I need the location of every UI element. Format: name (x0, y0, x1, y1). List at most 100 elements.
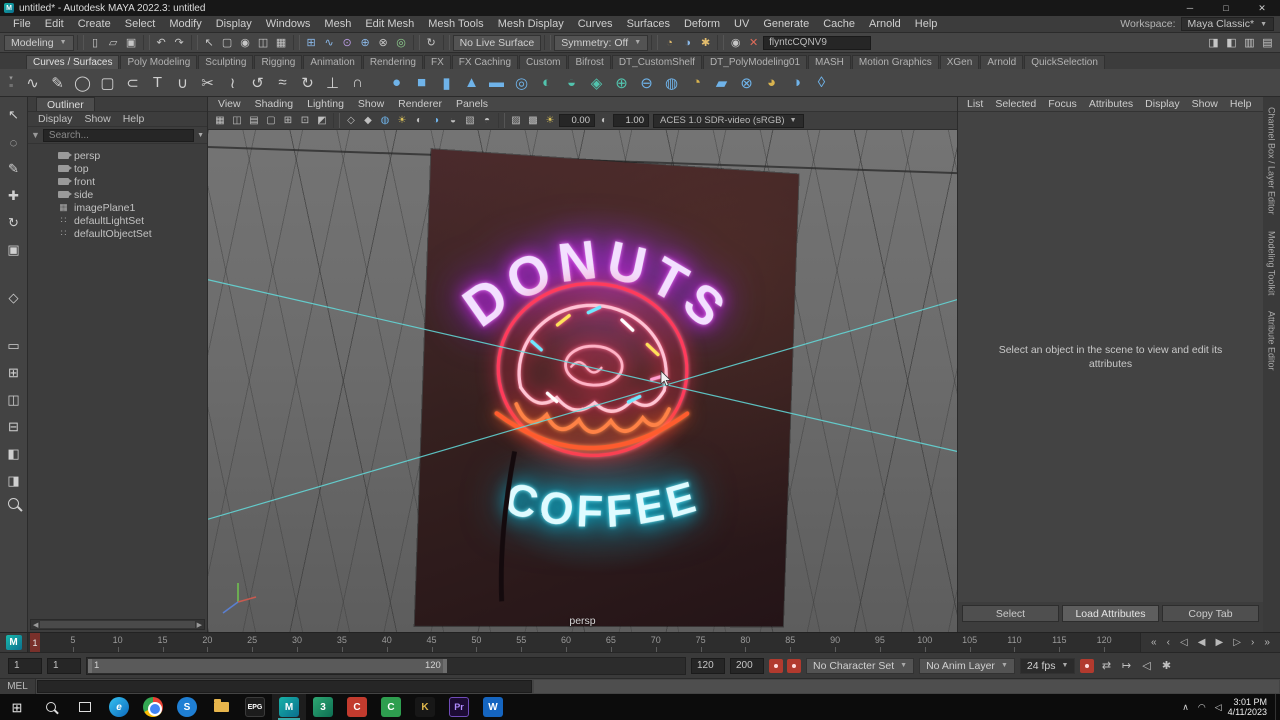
group-divider[interactable] (498, 113, 505, 128)
birail-icon[interactable]: ⊖ (634, 70, 659, 95)
attribute-editor-menu-focus[interactable]: Focus (1043, 98, 1082, 110)
minimize-button[interactable]: ─ (1172, 0, 1208, 16)
close-button[interactable]: ✕ (1244, 0, 1280, 16)
layout-persp-outliner-button[interactable]: ◧ (3, 444, 25, 464)
sidebar-outliner-toggle-icon[interactable]: ▤ (1259, 34, 1276, 51)
group-divider[interactable] (190, 35, 198, 50)
pencil-curve-tool-icon[interactable]: ✎ (45, 70, 70, 95)
outliner-item-side[interactable]: side (28, 188, 207, 201)
range-bar[interactable]: 1 120 (88, 658, 447, 673)
chevron-down-icon[interactable]: ▼ (197, 132, 204, 139)
make-live-icon[interactable]: ◎ (393, 34, 410, 51)
character-set-dropdown[interactable]: No Character Set ▼ (806, 657, 915, 674)
menu-arnold[interactable]: Arnold (862, 18, 908, 30)
nurbs-sphere-icon[interactable]: ● (384, 70, 409, 95)
shelf-tab-sculpting[interactable]: Sculpting (198, 55, 254, 69)
select-button[interactable]: Select (962, 605, 1059, 622)
outliner-title-tab[interactable]: Outliner (36, 97, 95, 111)
edge-app[interactable]: e (102, 694, 136, 720)
last-tool[interactable]: ◇ (3, 288, 25, 308)
move-tool[interactable]: ✚ (3, 186, 25, 206)
menu-help[interactable]: Help (908, 18, 945, 30)
chrome-app[interactable] (136, 694, 170, 720)
undo-icon[interactable]: ↶ (153, 34, 170, 51)
maya-app[interactable]: M (272, 694, 306, 720)
play-backwards-button[interactable]: ◀ (1198, 637, 1206, 648)
outliner-item-imageplane1[interactable]: ▦ imagePlane1 (28, 201, 207, 214)
text-tool-icon[interactable]: T (145, 70, 170, 95)
premiere-app[interactable]: Pr (442, 694, 476, 720)
shelf-tab-arnold[interactable]: Arnold (980, 55, 1024, 69)
red-app[interactable]: C (340, 694, 374, 720)
group-divider[interactable] (544, 35, 552, 50)
taskbar-clock[interactable]: 3:01 PM 4/11/2023 (1224, 697, 1275, 717)
ambient-occlusion-icon[interactable]: ◑ (428, 113, 444, 128)
sidebar-tab-channel-box-layer-editor[interactable]: Channel Box / Layer Editor (1267, 107, 1277, 215)
group-divider[interactable] (76, 35, 84, 50)
attribute-editor-menu-display[interactable]: Display (1140, 98, 1184, 110)
menu-set-dropdown[interactable]: Modeling ▼ (4, 34, 74, 51)
trim-tool-icon[interactable]: ◕ (759, 70, 784, 95)
fps-dropdown[interactable]: 24 fps ▼ (1019, 657, 1076, 674)
gamma-icon[interactable]: ◐ (596, 113, 612, 128)
menu-surfaces[interactable]: Surfaces (620, 18, 677, 30)
shelf-tab-fx-caching[interactable]: FX Caching (451, 55, 519, 69)
step-forward-frame-button[interactable]: › (1251, 637, 1254, 648)
outliner-menu-display[interactable]: Display (38, 113, 72, 125)
scroll-thumb[interactable] (40, 621, 195, 628)
textured-icon[interactable]: ◍ (377, 113, 393, 128)
use-all-lights-icon[interactable]: ☀ (394, 113, 410, 128)
extrude-icon[interactable]: ⊕ (609, 70, 634, 95)
auto-key-icon[interactable] (1080, 658, 1095, 673)
workspace-selector[interactable]: Workspace: Maya Classic* ▼ (1120, 17, 1274, 31)
timeline-strip[interactable]: 1 5 10 15 20 25 30 35 40 45 50 55 60 65 70 75 80 85 90 95 1… (28, 633, 1140, 652)
command-input[interactable] (37, 680, 532, 693)
highlight-selection-icon[interactable]: ▦ (273, 34, 290, 51)
ep-curve-tool-icon[interactable]: ∿ (20, 70, 45, 95)
shelf-options-button[interactable]: ▾ ≡ (2, 75, 20, 91)
playback-loop-icon[interactable]: ⇄ (1098, 658, 1114, 674)
menu-windows[interactable]: Windows (259, 18, 318, 30)
menu-mesh[interactable]: Mesh (317, 18, 358, 30)
layout-custom-button[interactable]: ◨ (3, 471, 25, 491)
booleans-icon[interactable]: ◊ (809, 70, 834, 95)
sound-icon[interactable]: ◁ (1138, 658, 1154, 674)
file-explorer-app[interactable] (204, 694, 238, 720)
sidebar-tab-modeling-toolkit[interactable]: Modeling Toolkit (1267, 231, 1277, 295)
range-track[interactable]: 1 120 (86, 656, 686, 675)
nurbs-circle-icon[interactable]: ◯ (70, 70, 95, 95)
outliner-hscrollbar[interactable]: ◀ ▶ (30, 619, 205, 630)
attribute-editor-menu-list[interactable]: List (962, 98, 988, 110)
snap-curve-icon[interactable]: ∿ (321, 34, 338, 51)
xray-joints-icon[interactable]: ▩ (525, 113, 541, 128)
set-key-icon[interactable] (769, 658, 783, 673)
nurbs-plane-icon[interactable]: ▬ (484, 70, 509, 95)
step-forward-key-button[interactable]: ▷ (1233, 637, 1241, 648)
sidebar-channelbox-toggle-icon[interactable]: ◨ (1205, 34, 1222, 51)
outliner-item-persp[interactable]: persp (28, 149, 207, 162)
attribute-editor-menu-help[interactable]: Help (1225, 98, 1257, 110)
image-plane-neon-sign[interactable]: DONUTS COFFEE (414, 149, 799, 627)
save-scene-icon[interactable]: ▣ (123, 34, 140, 51)
viewport-menu-lighting[interactable]: Lighting (301, 98, 350, 110)
green-app[interactable]: C (374, 694, 408, 720)
arc-tool-icon[interactable]: ⊂ (120, 70, 145, 95)
playback-end-field[interactable]: 120 (691, 657, 725, 674)
menu-edit[interactable]: Edit (38, 18, 71, 30)
go-to-start-button[interactable]: « (1151, 637, 1157, 648)
project-curve-icon[interactable]: ∩ (345, 70, 370, 95)
menu-create[interactable]: Create (71, 18, 118, 30)
paint-selection-tool[interactable]: ✎ (3, 159, 25, 179)
snap-point-icon[interactable]: ⊙ (339, 34, 356, 51)
viewport-menu-show[interactable]: Show (352, 98, 390, 110)
nurbs-cube-icon[interactable]: ■ (409, 70, 434, 95)
tray-chevron-icon[interactable]: ∧ (1182, 702, 1189, 713)
maximize-button[interactable]: □ (1208, 0, 1244, 16)
exposure-field[interactable]: 0.00 (559, 114, 595, 127)
exposure-icon[interactable]: ☀ (542, 113, 558, 128)
wireframe-icon[interactable]: ◇ (343, 113, 359, 128)
group-divider[interactable] (651, 35, 659, 50)
nurbs-torus-icon[interactable]: ◎ (509, 70, 534, 95)
lock-camera-icon[interactable]: ◫ (229, 113, 245, 128)
shelf-tab-xgen[interactable]: XGen (939, 55, 980, 69)
